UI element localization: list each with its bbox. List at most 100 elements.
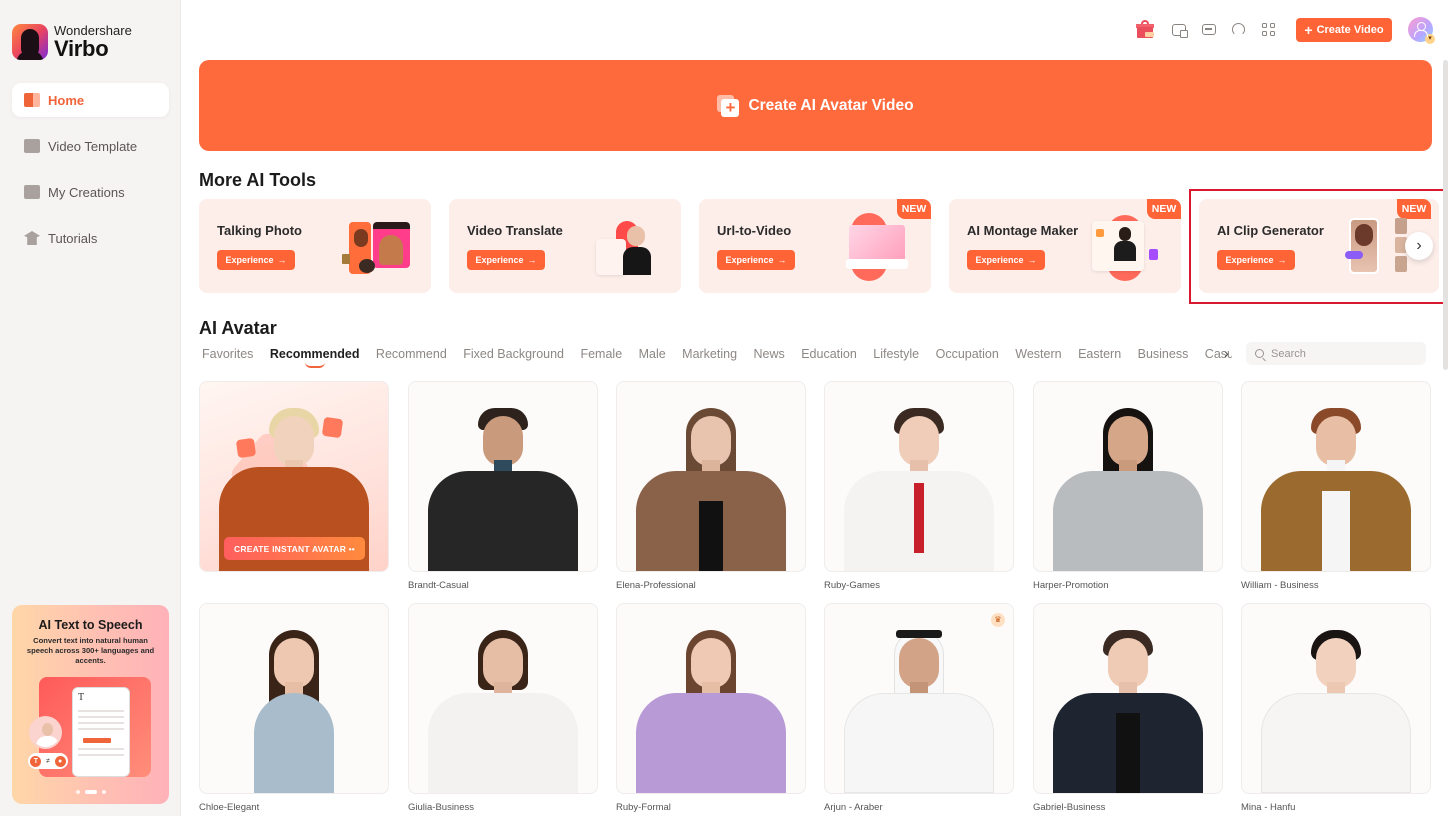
- thumbnail-image: [1096, 229, 1104, 237]
- hero-label: Create AI Avatar Video: [748, 96, 914, 114]
- create-video-label: Create Video: [1316, 24, 1384, 36]
- avatar-card[interactable]: ♛: [824, 603, 1014, 794]
- thumbnail-image: [849, 225, 905, 261]
- avatar-card[interactable]: [824, 381, 1014, 572]
- tool-card-video-translate[interactable]: Video Translate Experience →: [449, 199, 681, 293]
- create-ai-avatar-video-button[interactable]: + Create AI Avatar Video: [199, 60, 1432, 151]
- plus-icon: +: [1304, 22, 1313, 38]
- scrollbar[interactable]: [1443, 60, 1448, 370]
- tab-marketing[interactable]: Marketing: [682, 347, 737, 361]
- experience-button[interactable]: Experience →: [717, 250, 795, 270]
- tools-next-button[interactable]: ›: [1405, 232, 1433, 260]
- sidebar-item-label: Home: [48, 92, 85, 108]
- tab-lifestyle[interactable]: Lifestyle: [873, 347, 919, 361]
- avatar-card[interactable]: [616, 381, 806, 572]
- avatar-image: [219, 618, 369, 793]
- avatar-card[interactable]: [1241, 381, 1431, 572]
- add-video-icon: +: [717, 94, 740, 117]
- avatar-card[interactable]: [1033, 603, 1223, 794]
- screen-record-icon[interactable]: [1172, 24, 1188, 38]
- tool-name: Talking Photo: [217, 223, 302, 238]
- app-root: Wondershare Virbo Home Video Template My…: [0, 0, 1450, 816]
- avatar-category-tabs: Favorites Recommended Recommend Fixed Ba…: [202, 345, 1232, 369]
- vip-crown-icon: ▾: [1425, 34, 1435, 44]
- create-instant-avatar-card[interactable]: CREATE INSTANT AVATAR ••: [199, 381, 389, 572]
- thumbnail-image: [354, 229, 368, 247]
- gift-icon[interactable]: [1136, 20, 1154, 38]
- carousel-dot[interactable]: [101, 790, 106, 794]
- thumbnail-image: [623, 247, 651, 275]
- tab-western[interactable]: Western: [1015, 347, 1061, 361]
- thumbnail-image: [846, 259, 908, 269]
- tab-fixed-background[interactable]: Fixed Background: [463, 347, 564, 361]
- tab-recommended[interactable]: Recommended: [270, 347, 359, 368]
- text-to-speech-promo-banner[interactable]: AI Text to Speech Convert text into natu…: [12, 605, 169, 804]
- tab-female[interactable]: Female: [580, 347, 622, 361]
- search-input[interactable]: [1271, 347, 1421, 360]
- avatar-card[interactable]: [616, 603, 806, 794]
- tab-favorites[interactable]: Favorites: [202, 347, 253, 361]
- avatar-card[interactable]: [199, 603, 389, 794]
- feedback-icon[interactable]: [1202, 24, 1216, 35]
- thumbnail-image: [342, 254, 350, 264]
- promo-title: AI Text to Speech: [38, 618, 143, 632]
- tutorials-icon: [24, 231, 40, 245]
- carousel-dot[interactable]: [75, 790, 80, 794]
- app-logo[interactable]: Wondershare Virbo: [12, 24, 132, 60]
- create-instant-avatar-button[interactable]: CREATE INSTANT AVATAR ••: [224, 537, 365, 560]
- carousel-dot-active[interactable]: [84, 790, 97, 794]
- virbo-logo-icon: [12, 24, 48, 60]
- create-video-button[interactable]: + Create Video: [1296, 18, 1392, 42]
- tabs-chevron-right-icon[interactable]: ›: [1224, 345, 1229, 361]
- experience-label: Experience: [725, 255, 774, 265]
- arrow-right-icon: →: [277, 255, 287, 265]
- avatar-name: Giulia-Business: [408, 802, 474, 813]
- tab-recommend[interactable]: Recommend: [376, 347, 447, 361]
- apps-grid-icon[interactable]: [1262, 23, 1276, 37]
- experience-button[interactable]: Experience →: [967, 250, 1045, 270]
- avatar-image: [1053, 396, 1203, 571]
- thumbnail-image: [596, 239, 626, 275]
- avatar-name: Ruby-Formal: [616, 802, 671, 813]
- top-toolbar: + Create Video ▾: [1120, 17, 1450, 44]
- tool-card-url-to-video[interactable]: Url-to-Video Experience → NEW: [699, 199, 931, 293]
- text-to-voice-pill: T ≠ ●: [28, 753, 68, 769]
- arrow-right-icon: →: [1027, 255, 1037, 265]
- tool-name: Video Translate: [467, 223, 563, 238]
- avatar-card[interactable]: [1241, 603, 1431, 794]
- avatar-image: [636, 396, 786, 571]
- sidebar-item-video-template[interactable]: Video Template: [12, 129, 169, 163]
- avatar-card[interactable]: [408, 603, 598, 794]
- avatar-image: [1053, 618, 1203, 793]
- user-avatar[interactable]: ▾: [1408, 17, 1435, 44]
- experience-button[interactable]: Experience →: [217, 250, 295, 270]
- avatar-name: Harper-Promotion: [1033, 580, 1109, 591]
- sidebar-item-label: Video Template: [48, 138, 138, 154]
- tab-male[interactable]: Male: [639, 347, 666, 361]
- tool-card-talking-photo[interactable]: Talking Photo Experience →: [199, 199, 431, 293]
- experience-button[interactable]: Experience →: [467, 250, 545, 270]
- thumbnail-image: [379, 235, 403, 265]
- avatar-image: [1261, 396, 1411, 571]
- experience-label: Experience: [975, 255, 1024, 265]
- sidebar-item-label: Tutorials: [48, 230, 98, 246]
- avatar-card[interactable]: [408, 381, 598, 572]
- experience-label: Experience: [475, 255, 524, 265]
- tab-news[interactable]: News: [754, 347, 785, 361]
- tool-card-ai-montage-maker[interactable]: AI Montage Maker Experience → NEW: [949, 199, 1181, 293]
- tab-occupation[interactable]: Occupation: [936, 347, 999, 361]
- sidebar: Wondershare Virbo Home Video Template My…: [0, 0, 181, 816]
- avatar-search[interactable]: [1246, 342, 1426, 365]
- avatar-image: [1261, 618, 1411, 793]
- sidebar-nav: Home Video Template My Creations Tutoria…: [12, 83, 169, 267]
- support-headset-icon[interactable]: [1232, 23, 1245, 36]
- tab-business[interactable]: Business: [1138, 347, 1189, 361]
- tab-education[interactable]: Education: [801, 347, 857, 361]
- avatar-card[interactable]: [1033, 381, 1223, 572]
- sidebar-item-tutorials[interactable]: Tutorials: [12, 221, 169, 255]
- video-template-icon: [24, 139, 40, 153]
- text-icon: T: [30, 755, 42, 767]
- tab-eastern[interactable]: Eastern: [1078, 347, 1121, 361]
- sidebar-item-home[interactable]: Home: [12, 83, 169, 117]
- sidebar-item-my-creations[interactable]: My Creations: [12, 175, 169, 209]
